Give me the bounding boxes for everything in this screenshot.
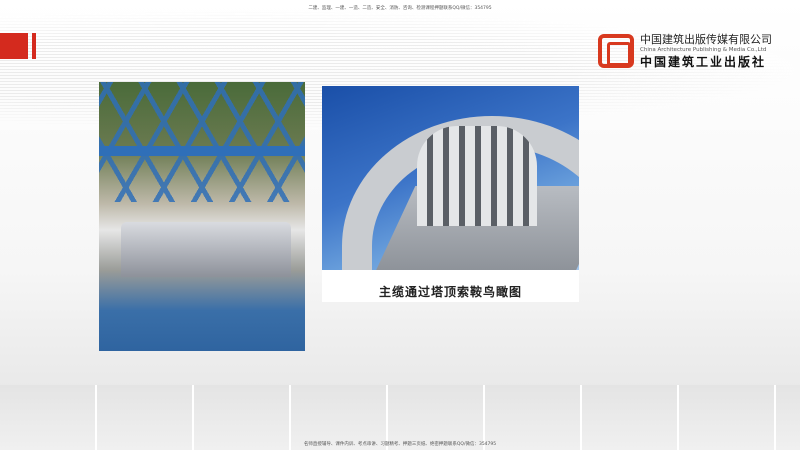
header-text: 二建、监理、一建、一造、二造、安全、消防、咨询、检测课程押题联系QQ/微信：35…: [308, 6, 492, 11]
tower-saddle-photo: [99, 82, 305, 351]
cable-saddle: [121, 222, 291, 277]
accent-bar: [0, 33, 28, 59]
logo-calligraphy: 中国建筑工业出版社: [640, 55, 767, 69]
logo-name-cn: 中国建筑出版传媒有限公司: [640, 33, 772, 46]
publisher-logo: 中国建筑出版传媒有限公司 China Architecture Publishi…: [598, 31, 772, 70]
saddle-render-image: [322, 86, 579, 270]
image-caption: 主缆通过塔顶索鞍鸟瞰图: [378, 285, 522, 299]
footer-text: 名师直授辅导、课件内训、考点串讲、习题精考、押题三页纸、绝密押题联系QQ/微信：…: [303, 442, 497, 447]
saddle-fins: [417, 126, 537, 226]
accent-bar-thin: [32, 33, 36, 59]
logo-icon: [598, 33, 634, 68]
tower-truss: [99, 82, 305, 202]
tower-beam: [99, 146, 305, 156]
